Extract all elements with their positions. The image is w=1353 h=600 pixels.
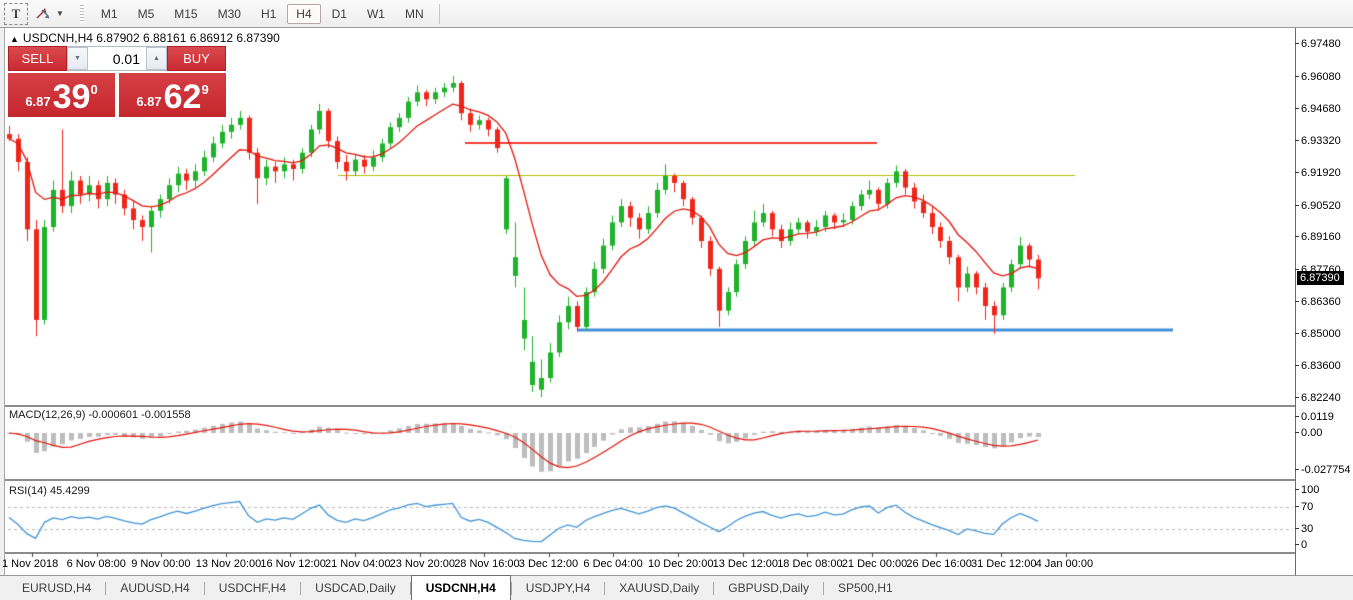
price-axis-label: 6.89160: [1301, 231, 1341, 243]
buy-price-box[interactable]: 6.87 62 9: [119, 73, 226, 117]
sell-price-big: 39: [53, 79, 91, 115]
price-axis-label: 6.85000: [1301, 328, 1341, 340]
volume-stepper: ▼ 0.01 ▲: [67, 46, 167, 71]
time-axis-label: 18 Dec 08:00: [777, 558, 842, 570]
rsi-axis-label: 30: [1301, 523, 1313, 535]
macd-label: MACD(12,26,9) -0.000601 -0.001558: [9, 409, 191, 421]
buy-button[interactable]: BUY: [167, 46, 226, 71]
time-axis-label: 16 Nov 12:00: [260, 558, 325, 570]
volume-input[interactable]: 0.01: [88, 47, 146, 70]
chart-header: ▲ USDCNH,H4 6.87902 6.88161 6.86912 6.873…: [10, 31, 280, 45]
price-axis-label: 6.83600: [1301, 360, 1341, 372]
volume-decrease-button[interactable]: ▼: [67, 47, 88, 70]
time-axis-label: 28 Nov 16:00: [454, 558, 519, 570]
time-axis-label: 21 Nov 04:00: [325, 558, 390, 570]
price-axis-label: 6.93320: [1301, 135, 1341, 147]
time-axis-label: 10 Dec 20:00: [648, 558, 713, 570]
sell-price-box[interactable]: 6.87 39 0: [8, 73, 115, 117]
rsi-axis-label: 0: [1301, 539, 1307, 551]
time-axis-label: 6 Nov 08:00: [67, 558, 126, 570]
price-axis-label: 6.94680: [1301, 103, 1341, 115]
time-axis-label: 6 Dec 04:00: [583, 558, 642, 570]
sell-price-pip: 0: [90, 82, 97, 97]
collapse-panel-icon[interactable]: ▲: [10, 34, 19, 44]
rsi-axis-label: 100: [1301, 484, 1319, 496]
time-axis-label: 4 Jan 00:00: [1036, 558, 1094, 570]
time-axis-label: 3 Dec 12:00: [519, 558, 578, 570]
sell-price-prefix: 6.87: [25, 94, 50, 109]
macd-axis-label: 0.00: [1301, 427, 1322, 439]
rsi-label: RSI(14) 45.4299: [9, 485, 90, 497]
macd-axis-label: 0.0119: [1301, 411, 1334, 423]
time-axis-label: 26 Dec 16:00: [906, 558, 971, 570]
buy-price-big: 62: [164, 79, 202, 115]
time-axis-label: 21 Dec 00:00: [842, 558, 907, 570]
buy-price-prefix: 6.87: [136, 94, 161, 109]
price-axis-label: 6.97480: [1301, 38, 1341, 50]
time-axis-label: 9 Nov 00:00: [131, 558, 190, 570]
price-axis-label: 6.91920: [1301, 167, 1341, 179]
one-click-trading-panel: SELL ▼ 0.01 ▲ BUY 6.87 39 0 6.87 62 9: [8, 46, 226, 117]
price-axis-label: 6.86360: [1301, 296, 1341, 308]
price-axis-label: 6.96080: [1301, 71, 1341, 83]
price-axis-label: 6.90520: [1301, 200, 1341, 212]
price-axis-label: 6.82240: [1301, 392, 1341, 404]
time-axis-label: 31 Dec 12:00: [971, 558, 1036, 570]
chart-ohlc-values: 6.87902 6.88161 6.86912 6.87390: [96, 31, 280, 45]
buy-price-pip: 9: [201, 82, 208, 97]
mt4-window: T ▼ M1M5M15M30H1H4D1W1MN ▲USDCNH,H4 6.87…: [0, 0, 1353, 600]
macd-axis-label: -0.027754: [1301, 464, 1351, 476]
chart-symbol-period: USDCNH,H4: [23, 31, 93, 45]
rsi-axis-label: 70: [1301, 501, 1313, 513]
time-axis-label: 1 Nov 2018: [2, 558, 58, 570]
time-axis-label: 13 Nov 20:00: [196, 558, 261, 570]
volume-increase-button[interactable]: ▲: [146, 47, 167, 70]
time-axis-label: 23 Nov 20:00: [390, 558, 455, 570]
sell-button[interactable]: SELL: [8, 46, 67, 71]
current-price-tag: 6.87390: [1297, 271, 1344, 285]
time-axis-label: 13 Dec 12:00: [713, 558, 778, 570]
